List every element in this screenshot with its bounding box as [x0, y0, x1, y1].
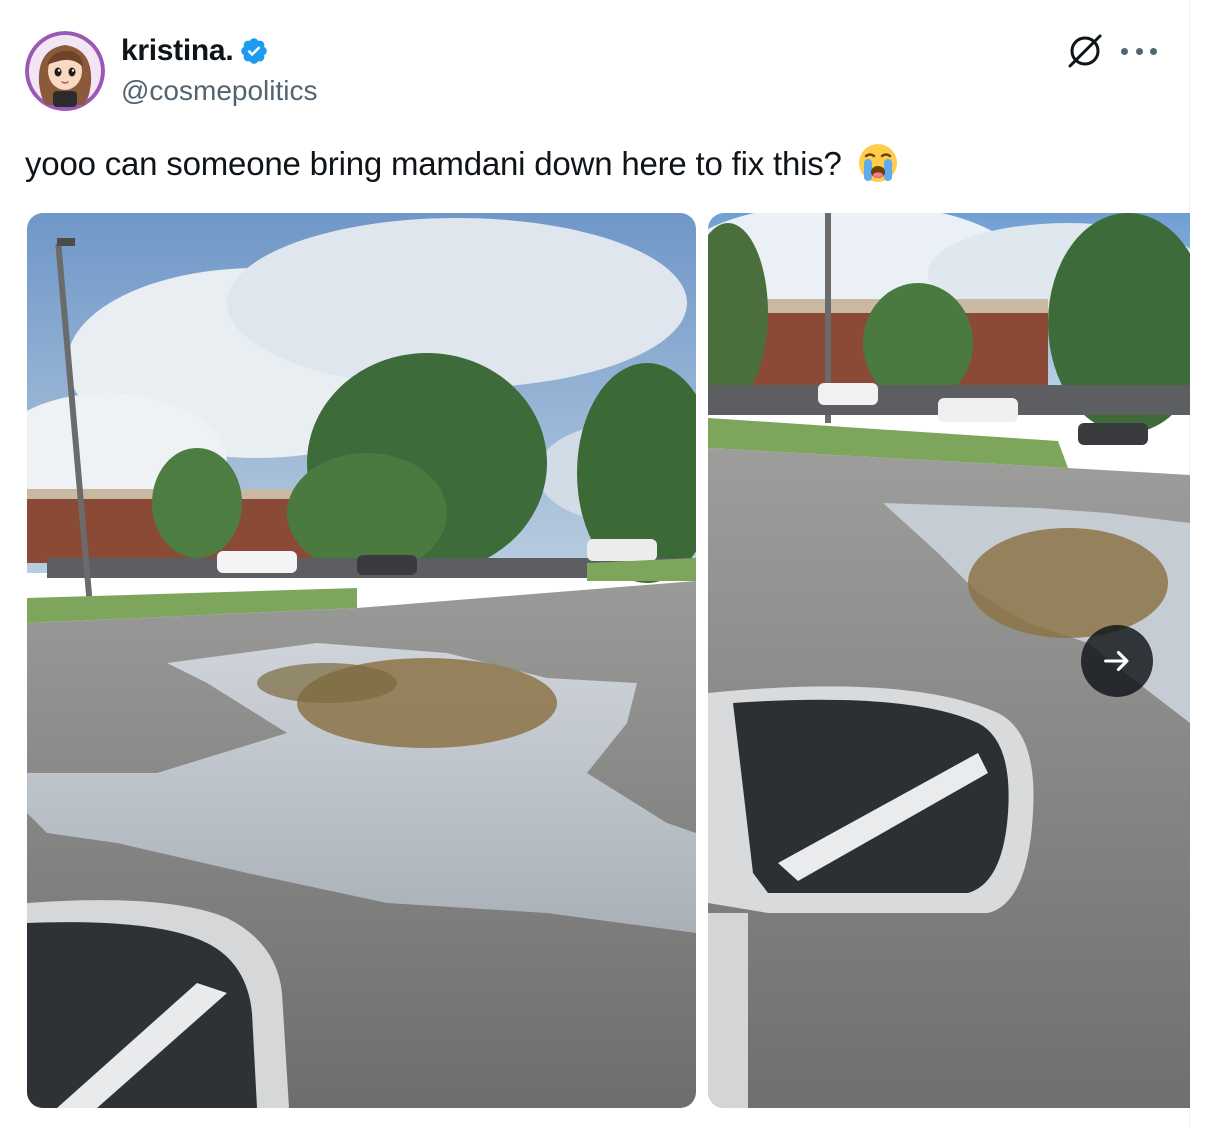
verified-badge-icon[interactable]	[239, 36, 269, 66]
tweet-photo-1[interactable]	[27, 213, 696, 1108]
author-handle[interactable]: @cosmepolitics	[121, 75, 317, 107]
author-display-name[interactable]: kristina.	[121, 34, 234, 68]
tweet-text-container: yooo can someone bring mamdani down here…	[25, 142, 899, 185]
arrow-right-icon	[1104, 650, 1129, 672]
tweet-text: yooo can someone bring mamdani down here…	[25, 145, 842, 182]
loudly-crying-face-emoji-icon	[857, 142, 899, 184]
author-name-row[interactable]: kristina.	[121, 33, 269, 69]
avatar[interactable]	[25, 31, 105, 111]
more-options-icon[interactable]	[1121, 40, 1157, 62]
media-next-button[interactable]	[1081, 625, 1153, 697]
grok-icon[interactable]	[1064, 30, 1106, 72]
cartoon-avatar-icon	[25, 31, 105, 111]
